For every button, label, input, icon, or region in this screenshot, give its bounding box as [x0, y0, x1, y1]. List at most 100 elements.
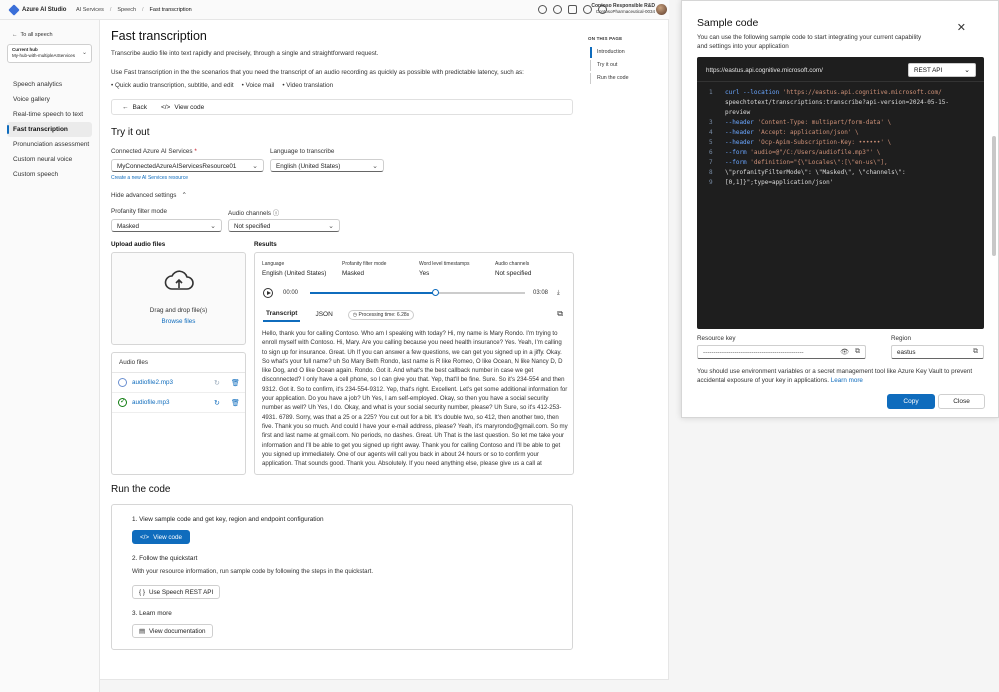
- tab-transcript[interactable]: Transcript: [263, 308, 301, 322]
- language-dropdown[interactable]: English (United States) ⌄: [270, 159, 384, 172]
- scenario-item: Video translation: [282, 82, 333, 89]
- page-title: Fast transcription: [111, 29, 207, 43]
- seek-thumb[interactable]: [431, 289, 439, 296]
- use-speech-rest-api-button[interactable]: { } Use Speech REST API: [132, 585, 221, 599]
- sidebar-item-custom-neural-voice[interactable]: Custom neural voice: [0, 152, 99, 167]
- seek-bar-fill: [310, 292, 435, 294]
- try-it-out-heading: Try it out: [111, 127, 150, 138]
- user-org: ContosoPharmaceutical-0034: [595, 9, 655, 14]
- line-number: 6: [709, 149, 713, 156]
- back-button-label: Back: [132, 103, 147, 111]
- processing-time-text: Processing time: 6.28s: [358, 312, 410, 318]
- delete-icon[interactable]: 🗑: [231, 399, 240, 407]
- download-icon[interactable]: ⤓: [557, 290, 560, 297]
- braces-icon: { }: [139, 588, 145, 596]
- line-number: 1: [709, 89, 713, 96]
- meta-value: Not specified: [495, 270, 532, 277]
- line-number: 3: [709, 119, 713, 126]
- code-text: --header 'Ocp-Apim-Subscription-Key: •••…: [725, 138, 891, 148]
- toc-item-run-the-code[interactable]: Run the code: [588, 72, 664, 85]
- line-number: [709, 108, 725, 118]
- code-keyword: --form: [725, 159, 751, 166]
- result-meta-profanity: Profanity filter mode Masked: [342, 261, 386, 277]
- profanity-dropdown[interactable]: Masked ⌄: [111, 219, 222, 232]
- breadcrumb-speech[interactable]: Speech: [117, 7, 136, 13]
- toc-item-try-it-out[interactable]: Try it out: [588, 59, 664, 72]
- copy-icon[interactable]: ⧉: [855, 348, 860, 356]
- audio-file-name[interactable]: audiofile.mp3: [132, 399, 169, 406]
- chevron-down-icon: ⌄: [328, 223, 334, 230]
- brand[interactable]: Azure AI Studio: [0, 3, 70, 16]
- copy-icon[interactable]: ⧉: [557, 309, 563, 319]
- audio-channels-label: Audio channels ⓘ: [228, 208, 279, 217]
- sidebar-item-custom-speech[interactable]: Custom speech: [0, 167, 99, 182]
- scenario-item: Quick audio transcription, subtitle, and…: [111, 82, 234, 89]
- page-scrollbar[interactable]: [992, 136, 996, 256]
- learn-more-link[interactable]: Learn more: [831, 377, 863, 384]
- view-code-button[interactable]: </> View code: [161, 104, 204, 111]
- back-to-all-speech-link[interactable]: ← To all speech: [0, 20, 99, 38]
- sample-code-panel: Sample code ✕ You can use the following …: [681, 0, 999, 418]
- sidebar-item-real-time-speech-to-text[interactable]: Real-time speech to text: [0, 107, 99, 122]
- result-meta-timestamps: Word level timestamps Yes: [419, 261, 469, 277]
- resource-key-field[interactable]: ----------------------------------------…: [697, 345, 866, 359]
- result-meta-channels: Audio channels Not specified: [495, 261, 531, 277]
- create-resource-link[interactable]: Create a new AI Services resource: [111, 175, 188, 181]
- code-text: [0,1]}";type=application/json': [725, 178, 833, 188]
- breadcrumb: AI Services / Speech / Fast transcriptio…: [76, 7, 192, 13]
- code-argument: 'Accept: application/json' \: [757, 129, 859, 136]
- code-text: preview: [725, 108, 750, 118]
- code-icon: </>: [160, 103, 171, 111]
- result-meta-language: Language English (United States): [262, 261, 326, 277]
- toc-item-introduction[interactable]: Introduction: [588, 46, 664, 59]
- code-argument: [0,1]}";type=application/json': [725, 179, 834, 186]
- seek-bar[interactable]: [310, 289, 525, 296]
- notifications-icon[interactable]: [553, 5, 562, 14]
- announcements-icon[interactable]: [568, 5, 577, 14]
- info-icon[interactable]: ⓘ: [273, 210, 279, 217]
- advanced-settings-toggle[interactable]: Hide advanced settings ⌃: [111, 192, 187, 199]
- view-documentation-button[interactable]: ▤ View documentation: [132, 624, 213, 638]
- region-field[interactable]: eastus ⧉: [891, 345, 984, 359]
- hub-selector[interactable]: Current hub My-hub-with-multipleAIServic…: [7, 44, 92, 63]
- sidebar-item-pronunciation-assessment[interactable]: Pronunciation assessment: [0, 137, 99, 152]
- sidebar-item-speech-analytics[interactable]: Speech analytics: [0, 77, 99, 92]
- help-icon[interactable]: [538, 5, 547, 14]
- back-button[interactable]: ← Back: [122, 104, 147, 111]
- current-time: 00:00: [283, 290, 299, 296]
- retry-icon[interactable]: ↻: [214, 399, 220, 407]
- connected-services-dropdown[interactable]: MyConnectedAzureAIServicesResource01 ⌄: [111, 159, 264, 172]
- retry-icon[interactable]: ↻: [214, 379, 220, 387]
- upload-dropzone[interactable]: Drag and drop file(s) Browse files: [111, 252, 246, 345]
- breadcrumb-ai-services[interactable]: AI Services: [76, 7, 104, 13]
- chevron-down-icon: ⌄: [210, 223, 216, 230]
- close-button[interactable]: Close: [938, 394, 985, 409]
- eye-icon[interactable]: 👁: [840, 348, 849, 356]
- clock-icon: ◷: [352, 312, 358, 318]
- audio-file-row[interactable]: audiofile.mp3 ↻ 🗑: [112, 393, 245, 413]
- delete-icon[interactable]: 🗑: [231, 379, 240, 387]
- breadcrumb-separator: /: [109, 6, 112, 13]
- view-code-primary-button[interactable]: </> View code: [132, 530, 191, 544]
- line-number: 8: [709, 169, 713, 176]
- line-number: 4: [709, 129, 713, 136]
- sidebar-item-voice-gallery[interactable]: Voice gallery: [0, 92, 99, 107]
- meta-value: Yes: [419, 270, 430, 277]
- browse-files-link[interactable]: Browse files: [112, 318, 245, 325]
- avatar[interactable]: [656, 4, 667, 15]
- audio-file-row[interactable]: audiofile2.mp3 ↻ 🗑: [112, 373, 245, 393]
- chevron-up-icon: ⌃: [181, 192, 187, 199]
- copy-icon[interactable]: ⧉: [973, 348, 978, 356]
- audio-file-name[interactable]: audiofile2.mp3: [132, 379, 173, 386]
- tab-json[interactable]: JSON: [312, 309, 335, 321]
- top-bar: Azure AI Studio AI Services / Speech / F…: [0, 0, 669, 20]
- close-icon[interactable]: ✕: [957, 21, 966, 34]
- user-info[interactable]: Contoso Responsible R&D ContosoPharmaceu…: [591, 3, 655, 15]
- play-icon[interactable]: [263, 288, 273, 298]
- api-type-dropdown[interactable]: REST API ⌄: [908, 63, 976, 77]
- sidebar-item-fast-transcription[interactable]: Fast transcription: [7, 122, 92, 137]
- audio-channels-dropdown[interactable]: Not specified ⌄: [228, 219, 340, 232]
- copy-button[interactable]: Copy: [887, 394, 935, 409]
- code-argument: 'audio=@"/C:/Users/audiofile.mp3"' \: [750, 149, 881, 156]
- results-panel: Language English (United States) Profanit…: [254, 252, 574, 475]
